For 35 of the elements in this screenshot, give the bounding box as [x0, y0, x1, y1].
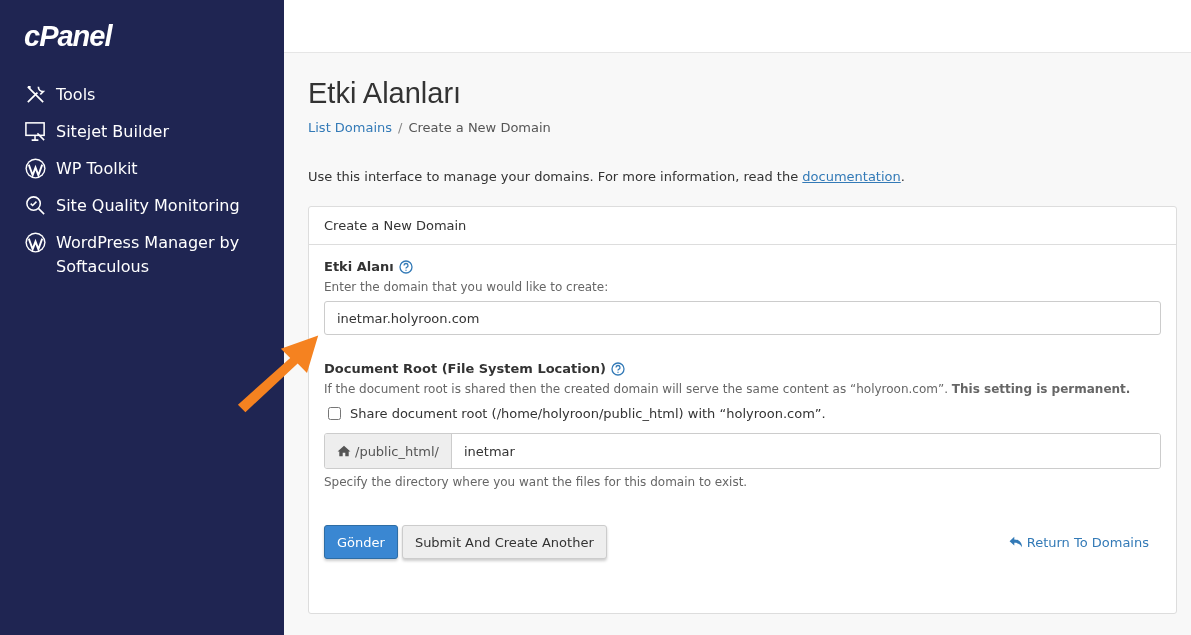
submit-button[interactable]: Gönder — [324, 525, 398, 559]
submit-and-create-another-button[interactable]: Submit And Create Another — [401, 525, 607, 559]
sidebar-item[interactable]: Tools — [24, 83, 284, 107]
search-icon — [24, 194, 47, 217]
checkbox-label: Share document root (/home/holyroon/public_html) with “holyroon.com”. — [350, 406, 826, 421]
sidebar-item[interactable]: WP Toolkit — [24, 157, 284, 181]
share-checkbox[interactable] — [328, 407, 341, 420]
help-icon[interactable] — [610, 361, 625, 376]
page-title: Etki Alanları — [308, 77, 463, 110]
documentation-link[interactable]: documentation — [802, 169, 901, 184]
intro-text: Use this interface to manage your domains. For more information, read the documentation. — [308, 169, 906, 184]
sidebar-item[interactable]: WordPress Manager by Softaculous — [24, 231, 284, 279]
path-prefix: /public_html/ — [325, 434, 452, 468]
cpanel-logo: cPanel — [23, 19, 114, 53]
wordpress-icon — [24, 231, 47, 254]
help-icon[interactable] — [398, 259, 413, 274]
reply-arrow-icon — [1008, 536, 1023, 548]
breadcrumb-separator: / — [398, 120, 403, 135]
domain-input-field[interactable]: inetmar.holyroon.com — [324, 301, 1161, 335]
panel-heading: Create a New Domain — [309, 207, 1176, 245]
sidebar-item[interactable]: Site Quality Monitoring — [24, 194, 284, 218]
field-label: Document Root (File System Location) — [324, 361, 606, 376]
return-link[interactable]: Return To Domains — [1008, 534, 1149, 550]
field-hint: Specify the directory where you want the files for this domain to exist. — [324, 475, 749, 489]
field-hint: Enter the domain that you would like to create: — [324, 280, 610, 294]
field-hint: If the document root is shared then the created domain will serve the same content as “holyroon.com”. This setting is permanent. — [324, 382, 1132, 396]
breadcrumb-link[interactable]: List Domains — [308, 120, 393, 135]
home-icon — [337, 445, 351, 457]
sidebar-item[interactable]: Sitejet Builder — [24, 120, 284, 144]
docroot-input-field[interactable]: /public_html/ inetmar — [324, 433, 1161, 469]
tools-icon — [24, 83, 47, 106]
breadcrumb-current: Create a New Domain — [408, 120, 551, 135]
field-label: Etki Alanı — [324, 259, 394, 274]
wordpress-icon — [24, 157, 47, 180]
monitor-icon — [24, 120, 47, 143]
